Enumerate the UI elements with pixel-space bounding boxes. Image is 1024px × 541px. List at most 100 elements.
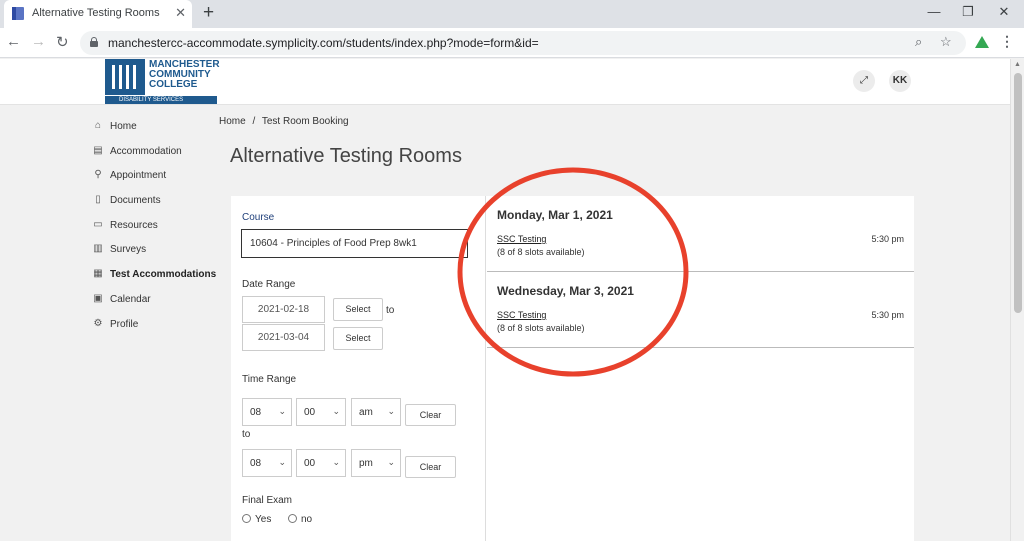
site-header: MANCHESTER COMMUNITY COLLEGE DISABILITY … [0,59,1010,105]
tab-title: Alternative Testing Rooms [32,7,160,19]
sidebar-item-label: Documents [110,195,161,207]
date-to-input[interactable]: 2021-03-04 [242,324,325,351]
time-to-separator: to [242,429,251,440]
sidebar-item-accommodation[interactable]: ▤ Accommodation [90,142,220,167]
college-logo[interactable]: MANCHESTER COMMUNITY COLLEGE DISABILITY … [105,59,220,104]
favicon-icon [12,7,24,20]
address-bar[interactable]: manchestercc-accommodate.symplicity.com/… [80,31,966,55]
accommodation-icon: ▤ [93,144,103,156]
sidebar-item-label: Profile [110,318,139,330]
sidebar-item-profile[interactable]: ⚙ Profile [90,315,220,340]
start-hour-value: 08 [250,407,262,418]
chevron-down-icon: ⌄ [332,457,340,467]
slot-date: Wednesday, Mar 3, 2021 [497,284,634,298]
sidebar-item-label: Accommodation [110,145,182,157]
sidebar-item-test-accommodations[interactable]: ▦ Test Accommodations [90,265,220,290]
slot-time: 5:30 pm [871,310,904,320]
browser-toolbar: ← → ↻ manchestercc-accommodate.symplicit… [0,28,1024,58]
end-minute-select[interactable]: 00 ⌄ [296,449,346,477]
date-from-select-button[interactable]: Select [333,298,383,321]
course-label: Course [242,212,275,223]
back-arrow-icon[interactable]: ← [6,33,21,50]
start-time-clear-button[interactable]: Clear [405,404,456,426]
final-exam-yes-label: Yes [255,514,272,525]
slot-group: Wednesday, Mar 3, 2021 SSC Testing (8 of… [487,272,914,348]
browser-tab-bar: Alternative Testing Rooms ✕ + — ❐ ✕ [0,0,1024,28]
zoom-icon[interactable]: ⌕ [915,34,922,50]
slot-date: Monday, Mar 1, 2021 [497,208,613,222]
sidebar-item-calendar[interactable]: ▣ Calendar [90,290,220,315]
booking-panel: Course 10604 - Principles of Food Prep 8… [231,196,914,541]
date-from-input[interactable]: 2021-02-18 [242,296,325,323]
sidebar-item-resources[interactable]: ▭ Resources [90,216,220,241]
sidebar-item-documents[interactable]: ▯ Documents [90,191,220,216]
user-avatar[interactable]: KK [889,70,911,92]
pop-out-icon[interactable]: ⤢ [853,70,875,92]
lock-icon [90,37,98,47]
sidebar-item-label: Home [110,121,137,132]
appointment-icon: ⚲ [94,169,102,181]
start-minute-select[interactable]: 00 ⌄ [296,398,346,426]
page-title: Alternative Testing Rooms [230,145,462,167]
browser-menu-icon[interactable]: ⋮ [1000,33,1014,50]
time-range-label: Time Range [242,374,297,385]
scroll-thumb[interactable] [1014,73,1022,313]
tab-close-icon[interactable]: ✕ [175,5,186,21]
sidebar-item-label: Test Accommodations [110,269,217,281]
slot-room-link[interactable]: SSC Testing [497,310,546,320]
breadcrumb-separator: / [252,116,256,127]
sidebar-nav: ⌂ Home ▤ Accommodation ⚲ Appointment ▯ D… [90,117,220,339]
end-hour-value: 08 [250,458,262,469]
calendar-icon: ▣ [93,292,103,304]
final-exam-yes-radio[interactable] [242,514,251,523]
end-ampm-select[interactable]: pm ⌄ [351,449,401,477]
sidebar-item-surveys[interactable]: ▥ Surveys [90,240,220,265]
end-minute-value: 00 [304,458,316,469]
restore-button[interactable]: ❐ [958,4,978,20]
new-tab-button[interactable]: + [203,2,214,24]
sidebar-item-label: Calendar [110,293,151,305]
date-range-label: Date Range [242,279,296,290]
test-accommodations-icon: ▦ [93,268,103,280]
slot-availability: (8 of 8 slots available) [497,247,585,257]
start-ampm-value: am [359,407,373,418]
page-scrollbar[interactable]: ▲ [1010,59,1024,541]
slot-availability: (8 of 8 slots available) [497,323,585,333]
end-time-clear-button[interactable]: Clear [405,456,456,478]
extension-icon[interactable] [975,36,989,48]
scroll-up-icon[interactable]: ▲ [1014,61,1021,68]
available-slots: Monday, Mar 1, 2021 SSC Testing (8 of 8 … [487,196,914,541]
end-hour-select[interactable]: 08 ⌄ [242,449,292,477]
reload-icon[interactable]: ↻ [56,33,69,51]
url-text: manchestercc-accommodate.symplicity.com/… [108,36,539,50]
profile-icon: ⚙ [93,317,103,329]
sidebar-item-appointment[interactable]: ⚲ Appointment [90,166,220,191]
final-exam-no-radio[interactable] [288,514,297,523]
chevron-down-icon: ⌄ [387,406,395,416]
filter-form: Course 10604 - Principles of Food Prep 8… [231,196,486,541]
start-ampm-select[interactable]: am ⌄ [351,398,401,426]
date-to-select-button[interactable]: Select [333,327,383,350]
slot-room-link[interactable]: SSC Testing [497,234,546,244]
logo-mark [105,59,145,95]
course-select[interactable]: 10604 - Principles of Food Prep 8wk1 [241,229,468,258]
window-close-button[interactable]: ✕ [994,4,1014,20]
sidebar-item-home[interactable]: ⌂ Home [90,117,220,142]
breadcrumb: Home / Test Room Booking [219,116,349,127]
browser-tab[interactable]: Alternative Testing Rooms ✕ [4,0,192,28]
bookmark-star-icon[interactable]: ☆ [940,34,952,50]
end-ampm-value: pm [359,458,373,469]
chevron-down-icon: ⌄ [387,457,395,467]
start-hour-select[interactable]: 08 ⌄ [242,398,292,426]
breadcrumb-home-link[interactable]: Home [219,116,246,127]
resources-icon: ▭ [93,218,103,230]
chevron-down-icon: ⌄ [278,457,286,467]
final-exam-label: Final Exam [242,495,293,506]
minimize-button[interactable]: — [924,4,944,19]
forward-arrow-icon[interactable]: → [31,33,46,50]
sidebar-item-label: Surveys [110,244,147,256]
documents-icon: ▯ [95,194,101,206]
home-icon: ⌂ [94,120,102,131]
chevron-down-icon: ⌄ [332,406,340,416]
slot-group: Monday, Mar 1, 2021 SSC Testing (8 of 8 … [487,196,914,272]
